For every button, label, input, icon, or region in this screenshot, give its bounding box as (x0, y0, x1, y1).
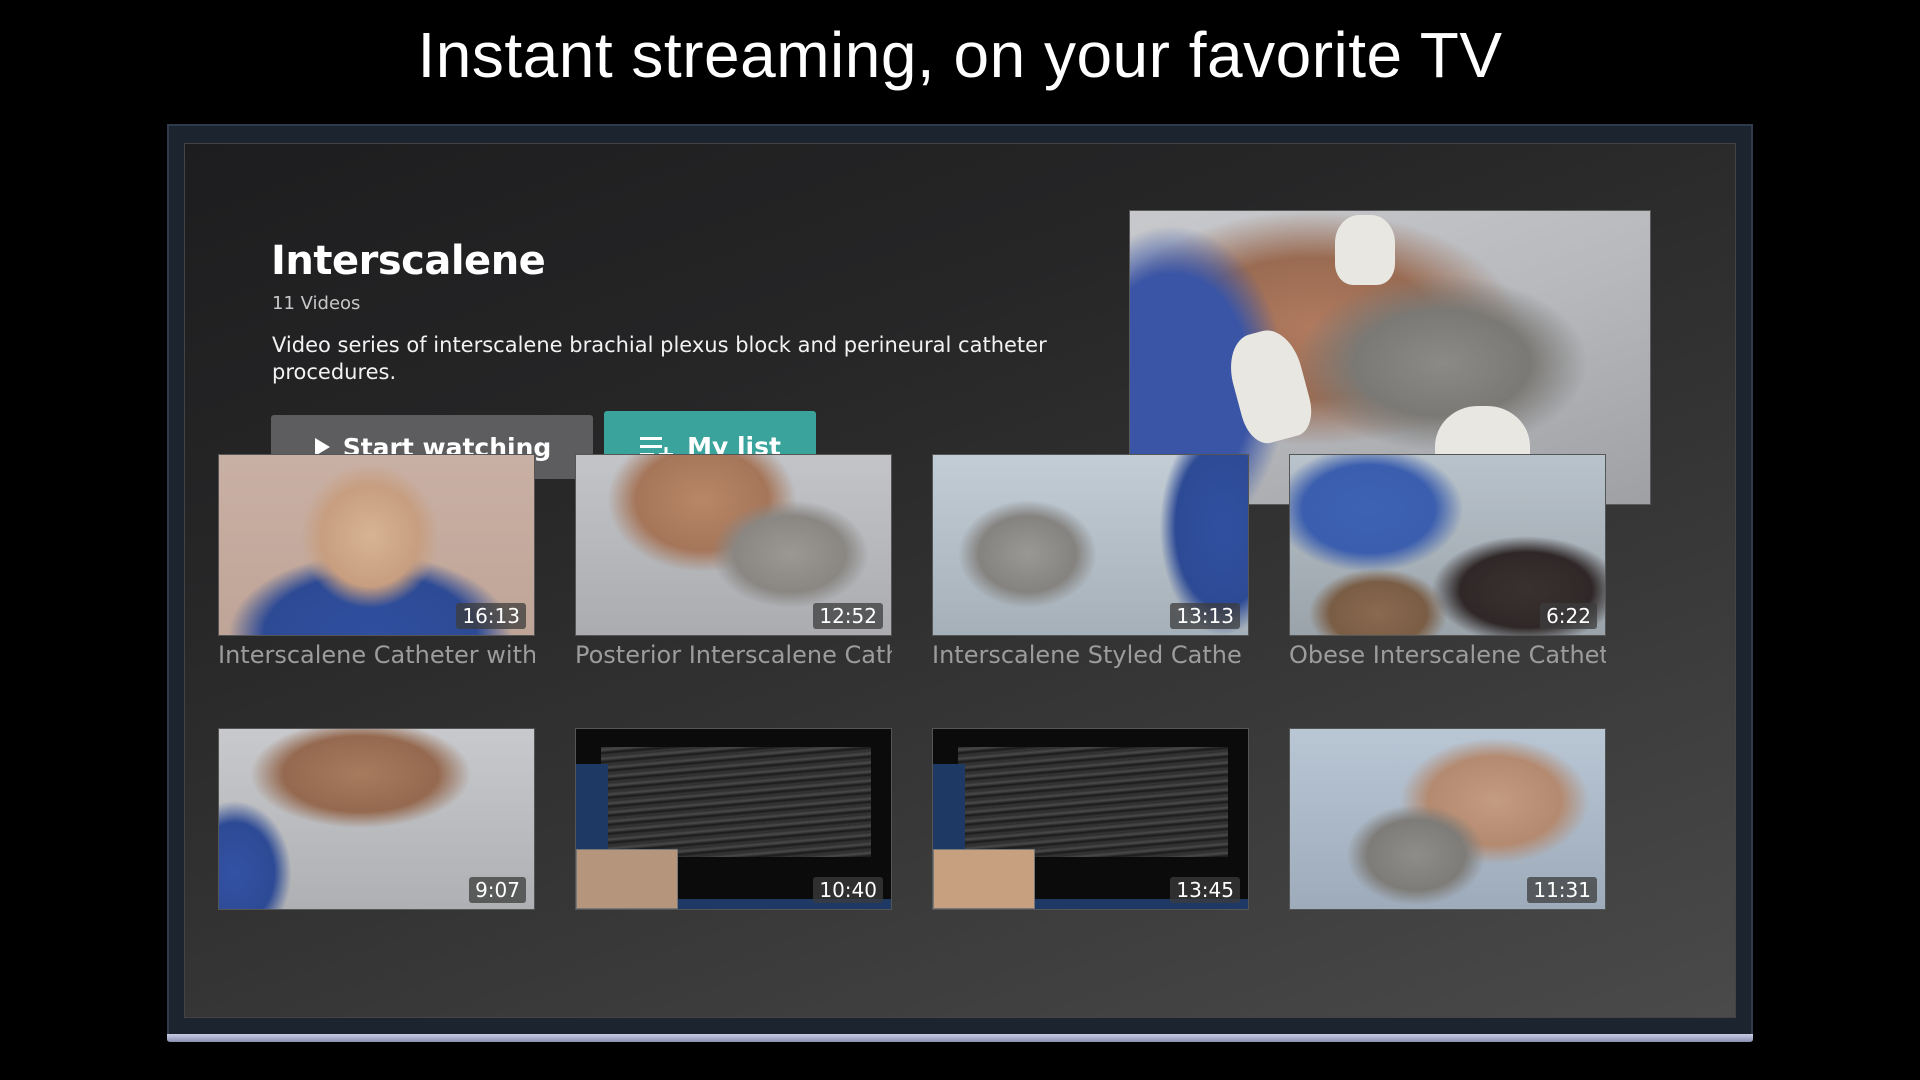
video-thumbnail[interactable]: 16:13 (218, 454, 535, 636)
video-duration: 6:22 (1540, 603, 1597, 629)
video-title[interactable]: Interscalene Catheter with (218, 641, 535, 669)
tv-screen: Interscalene 11 Videos Video series of i… (184, 143, 1736, 1018)
video-duration: 11:31 (1527, 877, 1597, 903)
video-duration: 10:40 (813, 877, 883, 903)
video-title[interactable]: Obese Interscalene Cathet (1289, 641, 1606, 669)
tv-base (167, 1034, 1753, 1042)
video-duration: 12:52 (813, 603, 883, 629)
series-description: Video series of interscalene brachial pl… (272, 333, 1047, 384)
video-thumbnail[interactable]: 13:45 (932, 728, 1249, 910)
video-title[interactable]: Interscalene Styled Cathe (932, 641, 1249, 669)
video-count: 11 Videos (272, 293, 361, 314)
video-duration: 16:13 (456, 603, 526, 629)
video-thumbnail[interactable]: 11:31 (1289, 728, 1606, 910)
video-thumbnail[interactable]: 6:22 (1289, 454, 1606, 636)
video-duration: 9:07 (469, 877, 526, 903)
video-duration: 13:45 (1170, 877, 1240, 903)
series-title: Interscalene (271, 238, 546, 284)
video-thumbnail[interactable]: 9:07 (218, 728, 535, 910)
video-thumbnail[interactable]: 13:13 (932, 454, 1249, 636)
video-thumbnail[interactable]: 10:40 (575, 728, 892, 910)
marketing-headline: Instant streaming, on your favorite TV (417, 19, 1503, 91)
video-title[interactable]: Posterior Interscalene Cath (575, 641, 892, 669)
video-duration: 13:13 (1170, 603, 1240, 629)
video-thumbnail[interactable]: 12:52 (575, 454, 892, 636)
